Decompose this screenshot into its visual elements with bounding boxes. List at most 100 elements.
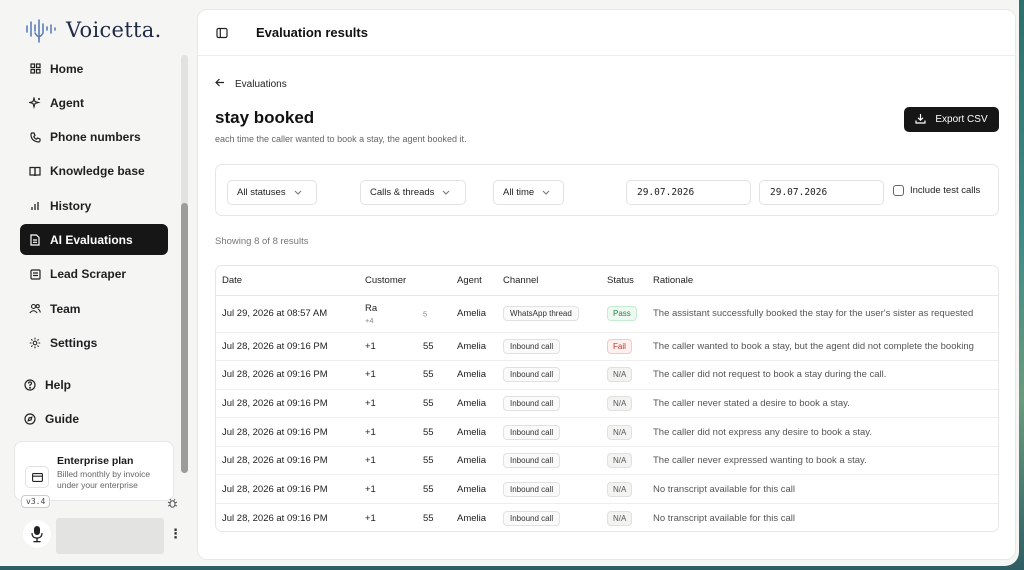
brand-logo[interactable]: Voicetta.: [24, 15, 162, 45]
cell-agent: Amelia: [451, 446, 497, 476]
column-header-date[interactable]: Date: [216, 266, 359, 296]
sparkles-icon: [28, 96, 42, 110]
channel-chip: Inbound call: [503, 453, 561, 469]
column-header-rationale[interactable]: Rationale: [647, 266, 998, 296]
sidebar: Voicetta. Home Agent Phone numbers Knowl…: [0, 0, 190, 566]
table-row[interactable]: Jul 28, 2026 at 09:16 PM +1 55 Amelia Inboun…: [216, 417, 998, 447]
checkbox-box[interactable]: [893, 185, 904, 196]
sidebar-item-knowledge-base[interactable]: Knowledge base: [20, 156, 168, 187]
cell-date: Jul 28, 2026 at 09:16 PM: [216, 389, 359, 419]
table-row[interactable]: Jul 28, 2026 at 09:16 PM +1 55 Amelia Inboun…: [216, 446, 998, 476]
back-link-label: Evaluations: [235, 78, 287, 90]
table-row[interactable]: Jul 28, 2026 at 09:16 PM +1 55 Amelia Inboun…: [216, 504, 998, 531]
cell-date: Jul 29, 2026 at 08:57 AM: [216, 295, 359, 333]
sidebar-item-label: AI Evaluations: [50, 232, 133, 247]
sidebar-item-lead-scraper[interactable]: Lead Scraper: [20, 259, 168, 290]
waveform-icon: [26, 19, 56, 43]
sidebar-scrollbar-thumb[interactable]: [181, 203, 188, 473]
customer-name: +1: [365, 397, 376, 409]
brand-name: Voicetta.: [66, 18, 162, 42]
enterprise-plan-card[interactable]: Enterprise plan Billed monthly by invoic…: [14, 441, 174, 501]
cell-status: N/A: [601, 474, 647, 505]
column-header-agent[interactable]: Agent: [451, 266, 497, 296]
sidebar-item-history[interactable]: History: [20, 190, 168, 221]
channel-chip: Inbound call: [503, 338, 561, 354]
status-badge: N/A: [607, 424, 633, 440]
page-header-title: Evaluation results: [256, 25, 368, 40]
sidebar-item-ai-evaluations[interactable]: AI Evaluations: [20, 224, 168, 256]
cell-rationale: No transcript available for this call: [647, 474, 998, 505]
cell-status: N/A: [601, 417, 647, 447]
channel-filter-select[interactable]: Calls & threads: [360, 180, 466, 205]
cell-date: Jul 28, 2026 at 09:16 PM: [222, 512, 328, 524]
customer-tail: 55: [423, 483, 434, 495]
phone-icon: [28, 130, 42, 144]
sidebar-item-agent[interactable]: Agent: [20, 87, 168, 118]
avatar: [23, 520, 51, 548]
cell-channel: WhatsApp thread: [497, 295, 601, 333]
user-name-placeholder: [56, 518, 164, 554]
export-csv-button[interactable]: Export CSV: [904, 107, 999, 132]
back-link[interactable]: Evaluations: [215, 78, 287, 90]
sidebar-toggle-icon[interactable]: [216, 26, 228, 44]
cell-rationale: The caller never expressed wanting to bo…: [647, 446, 998, 476]
topbar: Evaluation results: [198, 10, 1015, 56]
cell-status: N/A: [601, 389, 647, 419]
status-filter-select[interactable]: All statuses: [227, 180, 317, 205]
cell-agent: Amelia: [451, 474, 497, 505]
column-header-customer[interactable]: Customer: [359, 266, 451, 296]
plan-description: Billed monthly by invoice under your ent…: [57, 469, 151, 490]
cell-channel: Inbound call: [497, 504, 601, 531]
grid-icon: [28, 62, 42, 76]
date-to-input[interactable]: 29.07.2026: [759, 180, 884, 205]
cell-rationale: No transcript available for this call: [653, 512, 796, 524]
time-filter-select[interactable]: All time: [493, 180, 564, 205]
bug-icon[interactable]: [167, 496, 178, 514]
book-icon: [28, 164, 42, 178]
cell-agent: Amelia: [451, 295, 497, 333]
more-options-icon[interactable]: ⋮: [169, 526, 182, 542]
table-row[interactable]: Jul 28, 2026 at 09:16 PM +1 55 Amelia Inboun…: [216, 360, 998, 390]
cell-channel: Inbound call: [497, 446, 601, 476]
sidebar-item-label: Guide: [45, 412, 80, 426]
sidebar-item-home[interactable]: Home: [20, 53, 168, 84]
sidebar-item-label: Phone numbers: [50, 130, 141, 145]
cell-status: Pass: [601, 295, 647, 333]
date-from-input[interactable]: 29.07.2026: [626, 180, 751, 205]
cell-rationale: The caller never stated a desire to book…: [647, 389, 998, 419]
cell-agent: Amelia: [451, 360, 497, 390]
user-account-row[interactable]: ⋮: [21, 516, 182, 554]
customer-tail: 5: [423, 309, 428, 319]
cell-channel: Inbound call: [497, 389, 601, 419]
sidebar-item-guide[interactable]: Guide: [20, 405, 168, 433]
cell-rationale: The caller wanted to book a stay, but th…: [647, 332, 998, 362]
channel-chip: Inbound call: [503, 424, 561, 440]
sidebar-item-team[interactable]: Team: [20, 293, 168, 324]
customer-tail: 55: [423, 340, 434, 352]
channel-chip: Inbound call: [503, 395, 561, 411]
include-test-calls-checkbox[interactable]: Include test calls: [893, 185, 980, 196]
users-icon: [28, 302, 42, 316]
sidebar-item-label: Lead Scraper: [50, 267, 127, 282]
column-header-status[interactable]: Status: [601, 266, 647, 296]
table-row[interactable]: Jul 29, 2026 at 08:57 AM Ra +4 5 Amelia Whats…: [216, 295, 998, 333]
chevron-down-icon: [294, 187, 302, 198]
sidebar-item-label: Settings: [50, 335, 98, 350]
status-badge: N/A: [607, 367, 633, 383]
status-badge: Fail: [607, 338, 632, 354]
channel-chip: Inbound call: [503, 367, 561, 383]
cell-customer: Ra +4 5: [359, 295, 451, 333]
sidebar-item-label: Agent: [50, 95, 84, 110]
sidebar-item-settings[interactable]: Settings: [20, 327, 168, 358]
table-row[interactable]: Jul 28, 2026 at 09:16 PM +1 55 Amelia Inboun…: [216, 332, 998, 362]
table-header-row: Date Customer Agent Channel Status Ratio…: [216, 266, 998, 296]
compass-icon: [23, 412, 37, 426]
customer-tail: 55: [423, 426, 434, 438]
page-subtitle: each time the caller wanted to book a st…: [215, 134, 467, 144]
sidebar-item-help[interactable]: Help: [20, 371, 168, 399]
sidebar-item-phone-numbers[interactable]: Phone numbers: [20, 122, 168, 153]
table-row[interactable]: Jul 28, 2026 at 09:16 PM +1 55 Amelia Inboun…: [216, 474, 998, 505]
column-header-channel[interactable]: Channel: [497, 266, 601, 296]
table-row[interactable]: Jul 28, 2026 at 09:16 PM +1 55 Amelia Inboun…: [216, 389, 998, 419]
channel-filter-value: Calls & threads: [370, 187, 435, 198]
